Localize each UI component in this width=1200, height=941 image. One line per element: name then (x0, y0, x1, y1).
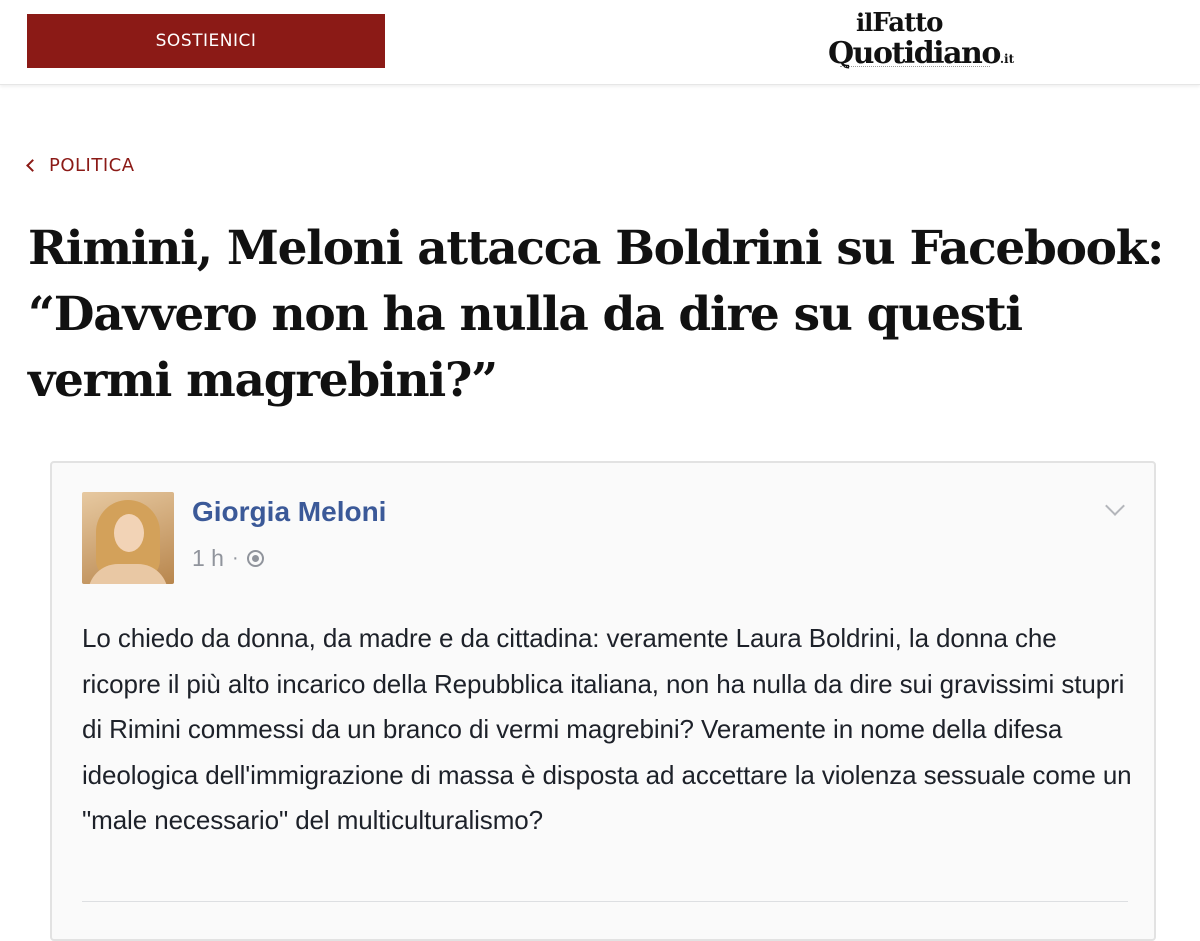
chevron-down-icon[interactable] (1105, 496, 1125, 516)
avatar[interactable] (82, 492, 174, 584)
logo-tagline (840, 66, 990, 70)
breadcrumb[interactable]: POLITICA (26, 155, 135, 176)
facebook-post-embed: Giorgia Meloni 1 h · Lo chiedo da donna,… (50, 461, 1156, 941)
globe-icon (246, 550, 264, 567)
logo-line-1: ilFatto (856, 8, 943, 38)
chevron-left-icon (26, 159, 39, 172)
meta-separator: · (231, 547, 239, 569)
support-button[interactable]: SOSTIENICI (27, 14, 385, 68)
breadcrumb-section: POLITICA (49, 155, 135, 176)
post-divider (82, 901, 1128, 902)
site-header: SOSTIENICI ilFatto Quotidiano.it (0, 0, 1200, 85)
post-timestamp[interactable]: 1 h (192, 545, 224, 572)
site-logo[interactable]: ilFatto Quotidiano.it (828, 8, 1028, 76)
article-headline: Rimini, Meloni attacca Boldrini su Faceb… (28, 221, 1164, 408)
post-text: Lo chiedo da donna, da madre e da cittad… (82, 623, 1132, 835)
post-meta: 1 h · (192, 545, 264, 572)
post-author[interactable]: Giorgia Meloni (192, 496, 386, 528)
avatar-face (114, 514, 144, 552)
